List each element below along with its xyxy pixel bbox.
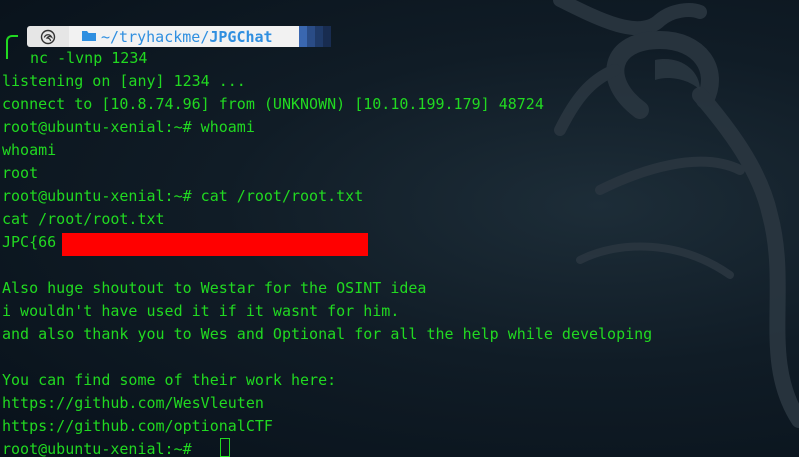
- terminal-line: i wouldn't have used it if it wasnt for …: [2, 302, 400, 320]
- prompt-path-segment: ~/tryhackme/JPGChat: [69, 26, 299, 47]
- path-current-dir: JPGChat: [209, 27, 273, 46]
- terminal-line: root@ubuntu-xenial:~# whoami: [2, 118, 255, 136]
- terminal-line: connect to [10.8.74.96] from (UNKNOWN) […: [2, 95, 544, 113]
- path-prefix: ~/tryhackme/: [101, 27, 210, 46]
- shell-prompt: root@ubuntu-xenial:~#: [2, 440, 201, 457]
- terminal-line: listening on [any] 1234 ...: [2, 72, 246, 90]
- prompt-fade: [315, 26, 323, 47]
- terminal-line: Also huge shoutout to Westar for the OSI…: [2, 279, 427, 297]
- folder-icon: [81, 28, 97, 46]
- redaction-box: [62, 233, 368, 256]
- prompt-fade: [307, 26, 315, 47]
- terminal-line: root: [2, 164, 39, 182]
- command-text: nc -lvnp 1234: [30, 49, 148, 67]
- kali-dragon-icon: [40, 29, 56, 44]
- terminal-line: cat /root/root.txt: [2, 210, 165, 228]
- prompt-fade: [323, 26, 331, 47]
- prompt-fade: [299, 26, 307, 47]
- terminal-cursor[interactable]: [220, 438, 230, 457]
- terminal-link: https://github.com/optionalCTF: [2, 417, 273, 435]
- terminal-line: whoami: [2, 141, 57, 159]
- flag-line: JPC{66: [2, 233, 57, 251]
- terminal-line: You can find some of their work here:: [2, 371, 337, 389]
- terminal-link: https://github.com/WesVleuten: [2, 394, 264, 412]
- terminal-line: root@ubuntu-xenial:~# cat /root/root.txt: [2, 187, 364, 205]
- terminal-line: and also thank you to Wes and Optional f…: [2, 325, 653, 343]
- prompt-icon-segment: [27, 26, 69, 47]
- prompt-bracket: [6, 35, 18, 59]
